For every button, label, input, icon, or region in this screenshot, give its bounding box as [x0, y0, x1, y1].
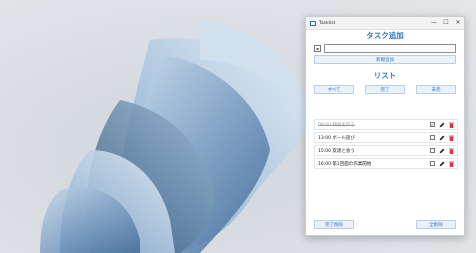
title-bar[interactable]: Tasklist — ☐ ✕: [306, 17, 464, 30]
maximize-button[interactable]: ☐: [440, 17, 452, 29]
pencil-icon[interactable]: [439, 122, 445, 128]
task-checkbox[interactable]: [430, 148, 435, 153]
filter-undone-button[interactable]: 未完: [416, 85, 456, 94]
trash-icon[interactable]: [449, 135, 454, 141]
task-text: 08:00 朝食を作る: [318, 122, 355, 128]
tasklist-window: Tasklist — ☐ ✕ タスク追加 ▪ 新規追加 リスト すべて 完了 未…: [305, 16, 465, 236]
list-heading: リスト: [373, 71, 397, 80]
filter-all-button[interactable]: すべて: [314, 85, 354, 94]
pencil-icon[interactable]: [439, 161, 445, 167]
task-row: 16:00 第1回面の作業開始: [314, 158, 458, 169]
footer-actions: 完了削除 全削除: [314, 220, 456, 229]
clear-all-button[interactable]: 全削除: [416, 220, 456, 229]
task-list: 08:00 朝食を作る ✓ 13:00 ボール遊び 15:00 友達と会う 16…: [314, 119, 458, 171]
trash-icon[interactable]: [449, 122, 454, 128]
clear-done-button[interactable]: 完了削除: [314, 220, 354, 229]
task-row: 15:00 友達と会う: [314, 145, 458, 156]
task-row: 13:00 ボール遊び: [314, 132, 458, 143]
calendar-icon[interactable]: ▪: [314, 45, 321, 52]
close-button[interactable]: ✕: [452, 17, 464, 29]
pencil-icon[interactable]: [439, 135, 445, 141]
task-input-row: ▪: [314, 44, 456, 53]
task-text: 13:00 ボール遊び: [318, 135, 355, 141]
app-icon: [310, 20, 316, 26]
task-checkbox[interactable]: ✓: [430, 122, 435, 127]
task-input[interactable]: [324, 44, 456, 53]
task-text: 16:00 第1回面の作業開始: [318, 161, 372, 167]
filter-bar: すべて 完了 未完: [314, 85, 456, 94]
trash-icon[interactable]: [449, 161, 454, 167]
add-task-heading: タスク追加: [366, 31, 404, 40]
pencil-icon[interactable]: [439, 148, 445, 154]
window-title: Tasklist: [319, 20, 336, 26]
add-task-button[interactable]: 新規追加: [314, 55, 456, 64]
task-checkbox[interactable]: [430, 161, 435, 166]
task-text: 15:00 友達と会う: [318, 148, 355, 154]
task-row: 08:00 朝食を作る ✓: [314, 119, 458, 130]
minimize-button[interactable]: —: [428, 17, 440, 29]
trash-icon[interactable]: [449, 148, 454, 154]
filter-done-button[interactable]: 完了: [365, 85, 405, 94]
task-checkbox[interactable]: [430, 135, 435, 140]
